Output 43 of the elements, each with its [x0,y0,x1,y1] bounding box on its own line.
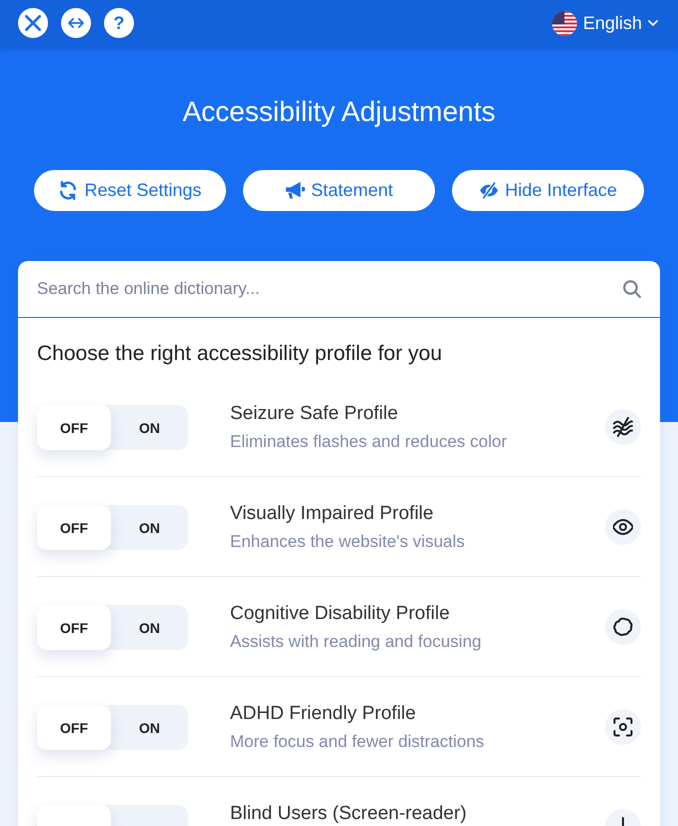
blob-icon [605,609,641,645]
close-icon [25,15,41,31]
megaphone-icon [284,181,305,200]
reset-settings-button[interactable]: Reset Settings [34,170,226,211]
resize-button[interactable] [61,8,91,38]
refresh-icon [58,181,78,200]
flag-icon [552,10,577,36]
search-icon[interactable] [623,280,641,298]
on-option[interactable]: ON [111,405,188,450]
statement-button[interactable]: Statement [243,170,435,211]
toggle-switch[interactable]: OFF ON [37,405,188,450]
double-arrow-icon [68,15,84,31]
toggle-switch[interactable]: OFF ON [37,705,188,750]
profile-title: Seizure Safe Profile [230,403,399,425]
focus-frame-icon [605,709,641,745]
chevron-down-icon [648,20,658,26]
close-button[interactable] [18,8,48,38]
waves-icon [605,409,641,445]
off-option[interactable]: OFF [37,605,111,650]
help-button[interactable]: ? [104,8,134,38]
eye-icon [605,509,641,545]
hide-interface-button[interactable]: Hide Interface [452,170,644,211]
off-option[interactable]: OFF [37,505,111,550]
section-heading: Choose the right accessibility profile for you [36,341,444,366]
panel-title: Accessibility Adjustments [182,95,496,129]
off-option[interactable]: OFF [37,405,111,450]
search-field[interactable]: Search the online dictionary... [37,261,613,317]
eye-slash-icon [478,181,499,200]
profile-description: More focus and fewer distractions [230,731,486,753]
on-option[interactable]: ON [111,605,188,650]
profile-title: Cognitive Disability Profile [230,603,451,625]
on-option[interactable]: ON [111,505,188,550]
profile-description: Eliminates flashes and reduces color [230,431,508,453]
profile-title: Visually Impaired Profile [230,503,434,525]
language-button[interactable]: English [552,10,658,36]
profile-title: Blind Users (Screen-reader) [230,803,468,825]
profile-title: ADHD Friendly Profile [230,703,417,725]
off-option[interactable]: OFF [37,705,111,750]
profile-description: Assists with reading and focusing [230,631,482,653]
profile-description: Enhances the website's visuals [230,531,466,553]
on-option[interactable]: ON [111,705,188,750]
toggle-switch[interactable]: OFF ON [37,605,188,650]
toggle-switch[interactable]: OFF ON [37,505,188,550]
